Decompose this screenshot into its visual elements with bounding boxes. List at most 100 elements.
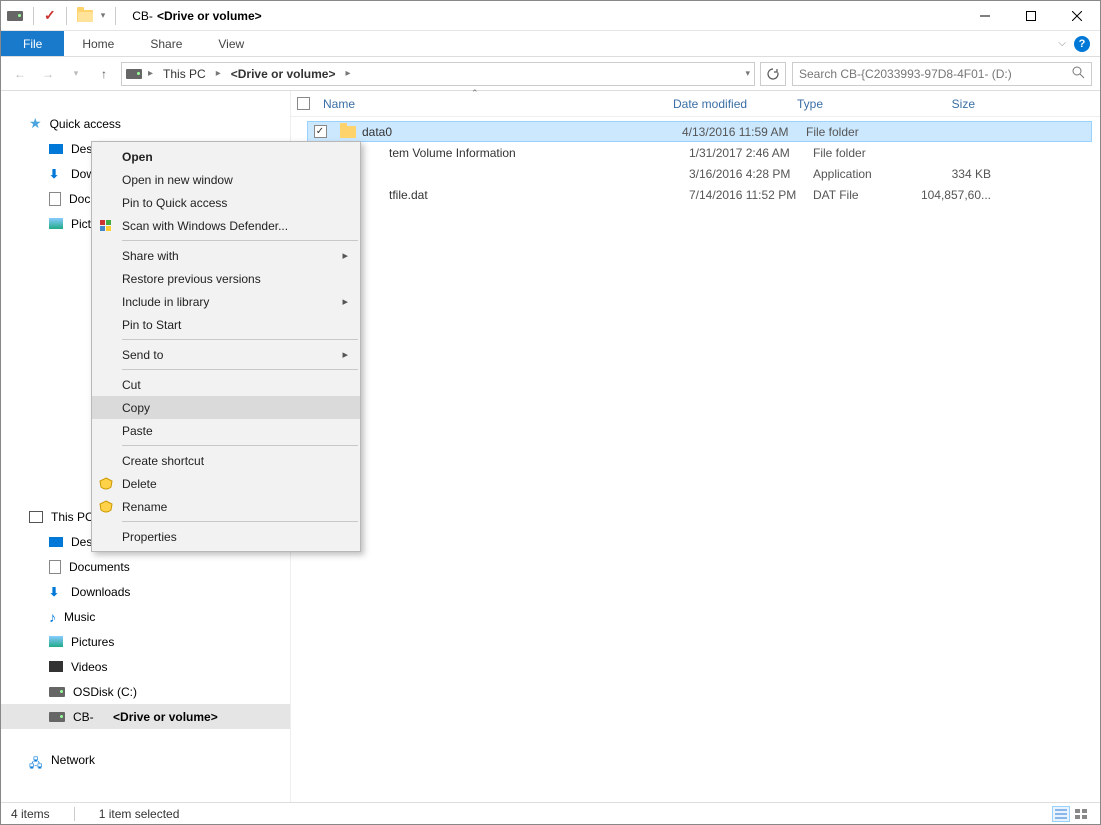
ctx-share-with[interactable]: Share with▸ [92,244,360,267]
qat-check-icon[interactable]: ✓ [44,7,56,24]
address-bar[interactable]: ▸ This PC ▸ <Drive or volume> ▸ ▾ [121,62,755,86]
pictures-icon [49,218,63,229]
help-icon[interactable]: ? [1074,36,1090,52]
file-row[interactable]: tfile.dat 7/14/2016 11:52 PM DAT File 10… [307,184,1100,205]
ctx-open-new-window[interactable]: Open in new window [92,168,360,191]
cell-date: 3/16/2016 4:28 PM [681,167,805,181]
ctx-scan-defender[interactable]: Scan with Windows Defender... [92,214,360,237]
submenu-arrow-icon: ▸ [342,295,348,308]
ctx-open[interactable]: Open [92,145,360,168]
tree-pc-downloads[interactable]: ⬇Downloads [1,579,291,604]
network-icon: 🖧 [29,754,43,766]
home-tab[interactable]: Home [64,31,132,56]
cell-size: 334 KB [923,167,999,181]
ctx-restore-previous[interactable]: Restore previous versions [92,267,360,290]
search-box[interactable]: Search CB-{C2033993-97D8-4F01- (D:) [792,62,1092,86]
context-menu: Open Open in new window Pin to Quick acc… [91,141,361,552]
crumb-drive[interactable]: <Drive or volume> [227,67,340,81]
ctx-delete[interactable]: Delete [92,472,360,495]
search-icon[interactable] [1071,65,1085,82]
column-size[interactable]: Size [907,97,983,111]
share-tab[interactable]: Share [132,31,200,56]
ctx-pin-start[interactable]: Pin to Start [92,313,360,336]
pc-icon [29,511,43,523]
tree-pc-documents[interactable]: Documents [1,554,291,579]
column-headers: Name Date modified Type Size [291,91,1100,117]
folder-icon [340,126,356,138]
refresh-button[interactable] [760,62,786,86]
back-button[interactable]: ← [9,63,31,85]
ctx-cut[interactable]: Cut [92,373,360,396]
chevron-right-icon[interactable]: ▸ [343,68,352,79]
drive-icon [49,687,65,697]
ctx-rename[interactable]: Rename [92,495,360,518]
close-button[interactable] [1054,1,1100,31]
view-thumbnails-button[interactable] [1072,806,1090,822]
search-placeholder: Search CB-{C2033993-97D8-4F01- (D:) [799,67,1012,81]
maximize-button[interactable] [1008,1,1054,31]
file-row[interactable]: ✓ data0 4/13/2016 11:59 AM File folder [307,121,1092,142]
ribbon-tabs: File Home Share View ⌵ ? [1,31,1100,57]
submenu-arrow-icon: ▸ [342,348,348,361]
cell-type: DAT File [805,188,923,202]
minimize-button[interactable] [962,1,1008,31]
ctx-pin-quick-access[interactable]: Pin to Quick access [92,191,360,214]
cell-size: 104,857,60... [923,188,999,202]
ctx-include-library[interactable]: Include in library▸ [92,290,360,313]
nav-bar: ← → ▾ ↑ ▸ This PC ▸ <Drive or volume> ▸ … [1,57,1100,91]
chevron-right-icon[interactable]: ▸ [214,68,223,79]
title-drive-label: <Drive or volume> [157,9,262,23]
recent-dropdown[interactable]: ▾ [65,63,87,85]
drive-icon [49,712,65,722]
tree-quick-access[interactable]: ★Quick access [1,111,291,136]
up-button[interactable]: ↑ [93,63,115,85]
cell-date: 7/14/2016 11:52 PM [681,188,805,202]
qat-folder-icon[interactable] [77,10,93,22]
tree-network[interactable]: 🖧Network [1,747,291,772]
ctx-paste[interactable]: Paste [92,419,360,442]
chevron-right-icon[interactable]: ▸ [146,68,155,79]
documents-icon [49,192,61,206]
ctx-copy[interactable]: Copy [92,396,360,419]
tree-pc-videos[interactable]: Videos [1,654,291,679]
cell-date: 4/13/2016 11:59 AM [674,125,798,139]
column-date[interactable]: Date modified [665,97,789,111]
column-type[interactable]: Type [789,97,907,111]
cell-type: File folder [798,125,916,139]
cell-type: File folder [805,146,923,160]
tree-pc-music[interactable]: ♪Music [1,604,291,629]
select-all-checkbox[interactable] [297,97,310,110]
desktop-icon [49,144,63,154]
tree-cbdrive-label: <Drive or volume> [113,710,218,724]
ctx-send-to[interactable]: Send to▸ [92,343,360,366]
file-list: ⌃ Name Date modified Type Size ✓ data0 4… [291,91,1100,802]
qat-expand-icon[interactable]: ▾ [101,10,106,21]
column-name[interactable]: Name [315,97,665,111]
file-tab[interactable]: File [1,31,64,56]
address-dropdown-icon[interactable]: ▾ [745,68,750,79]
explorer-window: ✓ ▾ CB- <Drive or volume> File Home Shar… [0,0,1101,825]
tree-pc-pictures[interactable]: Pictures [1,629,291,654]
submenu-arrow-icon: ▸ [342,249,348,262]
videos-icon [49,661,63,672]
tree-pc-cbdrive[interactable]: CB- <Drive or volume> [1,704,291,729]
tree-pc-osdisk[interactable]: OSDisk (C:) [1,679,291,704]
crumb-this-pc[interactable]: This PC [159,67,210,81]
file-row[interactable]: tem Volume Information 1/31/2017 2:46 AM… [307,142,1100,163]
shield-warn-icon [98,476,114,492]
ctx-properties[interactable]: Properties [92,525,360,548]
status-selected-count: 1 item selected [99,807,180,821]
file-row[interactable]: 3/16/2016 4:28 PM Application 334 KB [307,163,1100,184]
cell-date: 1/31/2017 2:46 AM [681,146,805,160]
downloads-icon: ⬇ [49,167,63,181]
forward-button[interactable]: → [37,63,59,85]
drive-icon [7,11,23,21]
cell-type: Application [805,167,923,181]
address-drive-icon [126,69,142,79]
ribbon-expand-icon[interactable]: ⌵ [1058,38,1066,49]
star-icon: ★ [29,115,42,132]
row-checkbox[interactable]: ✓ [314,125,327,138]
view-tab[interactable]: View [200,31,262,56]
ctx-create-shortcut[interactable]: Create shortcut [92,449,360,472]
view-details-button[interactable] [1052,806,1070,822]
